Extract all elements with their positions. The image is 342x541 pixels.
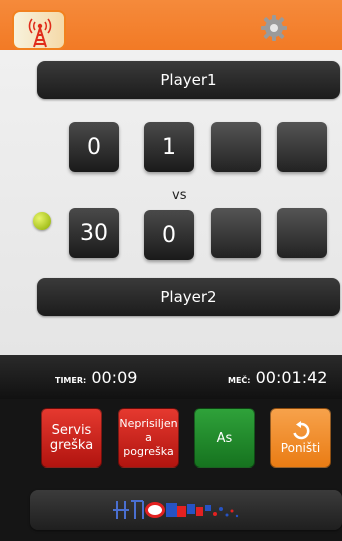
player2-set2[interactable] bbox=[211, 208, 261, 258]
undo-label: Poništi bbox=[280, 441, 321, 455]
ace-label: As bbox=[216, 430, 233, 446]
vs-label: vs bbox=[172, 188, 187, 203]
undo-icon bbox=[292, 421, 309, 440]
gear-icon bbox=[261, 15, 287, 41]
footer bbox=[0, 484, 342, 541]
match-timer: MEČ: 00:01:42 bbox=[228, 368, 327, 387]
service-error-label: Servis greška bbox=[49, 423, 94, 453]
match-timer-label: MEČ: bbox=[228, 376, 251, 385]
player1-name[interactable]: Player1 bbox=[37, 61, 340, 99]
broadcast-button[interactable] bbox=[12, 10, 66, 50]
service-error-button[interactable]: Servis greška bbox=[41, 408, 102, 468]
timer-label: TIMER: bbox=[55, 376, 87, 385]
match-timer-value: 00:01:42 bbox=[255, 368, 328, 387]
player1-set1[interactable]: 1 bbox=[144, 122, 194, 172]
player2-set1[interactable]: 0 bbox=[144, 210, 194, 260]
logo-banner[interactable] bbox=[30, 490, 342, 530]
broadcast-tower-icon bbox=[28, 18, 52, 48]
undo-button[interactable]: Poništi bbox=[270, 408, 331, 468]
settings-button[interactable] bbox=[260, 14, 288, 46]
hts-logo bbox=[113, 500, 239, 519]
unforced-error-label: Neprisiljen a pogreška bbox=[119, 417, 178, 458]
player2-name[interactable]: Player2 bbox=[37, 278, 340, 316]
scoreboard: Player1 0 1 vs 30 0 Player2 bbox=[0, 50, 342, 355]
player2-points[interactable]: 30 bbox=[69, 208, 119, 258]
game-timer: TIMER: 00:09 bbox=[55, 368, 137, 387]
timer-bar: TIMER: 00:09 MEČ: 00:01:42 bbox=[0, 355, 342, 399]
player2-set3[interactable] bbox=[277, 208, 327, 258]
player1-points[interactable]: 0 bbox=[69, 122, 119, 172]
action-bar: Servis greška Neprisiljen a pogreška As … bbox=[0, 399, 342, 484]
player1-set3[interactable] bbox=[277, 122, 327, 172]
player1-set2[interactable] bbox=[211, 122, 261, 172]
ace-button[interactable]: As bbox=[194, 408, 255, 468]
timer-value: 00:09 bbox=[91, 368, 138, 387]
top-app-bar bbox=[0, 0, 342, 50]
unforced-error-button[interactable]: Neprisiljen a pogreška bbox=[118, 408, 179, 468]
tennis-ball-icon bbox=[33, 212, 51, 230]
